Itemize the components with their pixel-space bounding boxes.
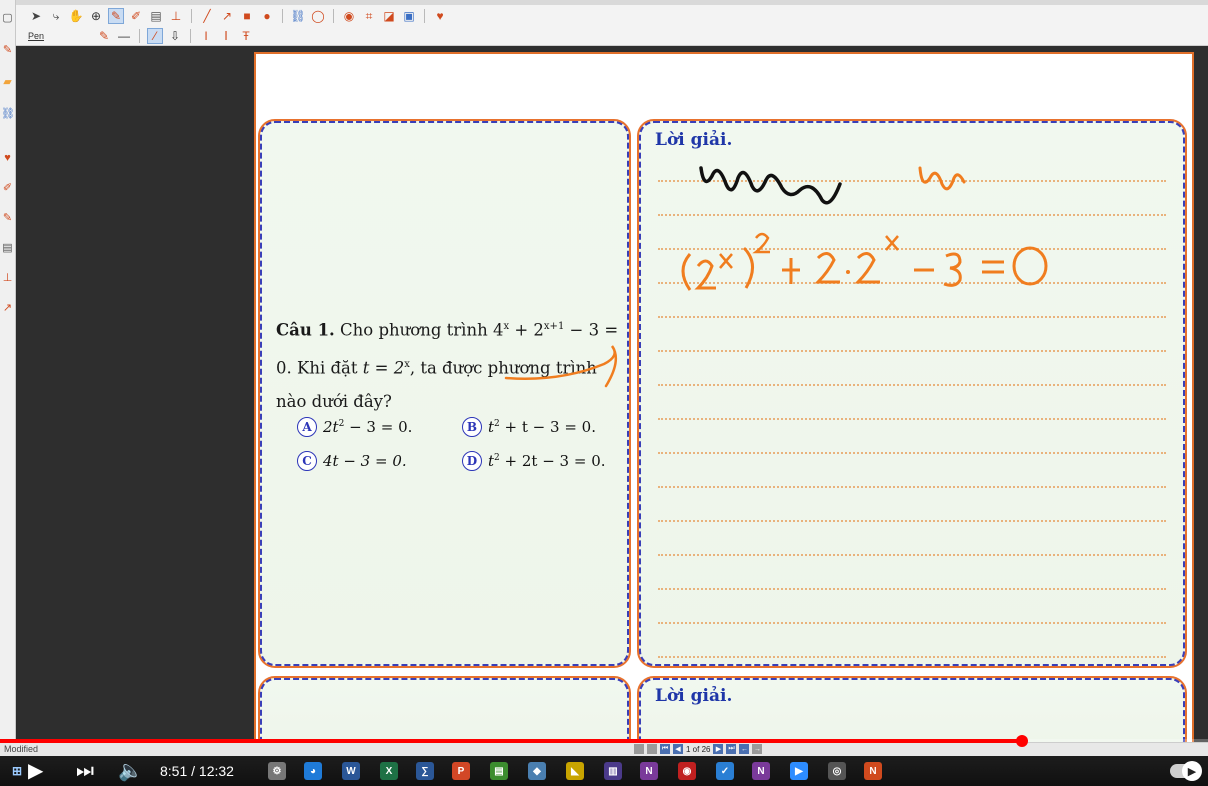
taskbar-app-icon[interactable]: ▥ xyxy=(604,762,622,780)
equation-plus xyxy=(782,258,800,284)
video-time: 8:51 / 12:32 xyxy=(160,763,234,779)
first-page-icon[interactable]: ⏮ xyxy=(660,744,670,754)
taskbar-app-icon[interactable]: ◕ xyxy=(304,762,322,780)
black-scribble xyxy=(699,166,842,205)
equation-digit-2 xyxy=(694,259,716,290)
modified-status: Modified xyxy=(4,744,39,754)
progress-fill xyxy=(0,739,1022,743)
equation-equals xyxy=(982,260,1004,274)
taskbar-zoom-icon[interactable]: ▶ xyxy=(790,762,808,780)
equation-digit-2c xyxy=(854,252,880,284)
equation-open-paren xyxy=(681,253,692,291)
taskbar-app-icon[interactable]: ◆ xyxy=(528,762,546,780)
app-window: ➤ ⤷ ✋ ⊕ ✎ ✐ ▤ ⊥ ╱ ↗ ■ ● ⛓ ◯ ◉ ⌗ ◪ ▣ ♥ Pe… xyxy=(0,0,1208,786)
underline-arrow-stroke xyxy=(504,345,618,388)
equation-dot xyxy=(846,270,850,274)
taskbar-word-icon[interactable]: W xyxy=(342,762,360,780)
equation-x-exp xyxy=(719,253,733,269)
solution-title-2: Lời giải. xyxy=(655,686,733,706)
autoplay-play-icon: ▶ xyxy=(1182,761,1202,781)
equation-digit-3 xyxy=(943,252,962,287)
taskbar-app-icon[interactable]: ◉ xyxy=(678,762,696,780)
taskbar-app-icon[interactable]: ✓ xyxy=(716,762,734,780)
equation-digit-2b xyxy=(814,252,840,284)
page-counter[interactable]: 1 of 26 xyxy=(686,745,710,754)
forward-view-icon[interactable]: → xyxy=(752,744,763,754)
equation-zero xyxy=(1012,246,1048,286)
taskbar-app-icon[interactable]: N xyxy=(752,762,770,780)
taskbar-excel-icon[interactable]: X xyxy=(380,762,398,780)
next-video-icon[interactable]: ⏭ xyxy=(76,756,94,786)
taskbar-math-icon[interactable]: ∑ xyxy=(416,762,434,780)
equation-exp-2 xyxy=(752,232,770,254)
play-icon[interactable]: ▶ xyxy=(28,756,43,786)
view-mode-icon-2[interactable] xyxy=(647,744,657,754)
next-page-icon[interactable]: ▶ xyxy=(713,744,724,754)
windows-start-icon[interactable]: ⊞ xyxy=(8,762,26,780)
equation-close-paren xyxy=(742,246,754,289)
last-page-icon[interactable]: ⏭ xyxy=(726,744,737,754)
orange-scribble xyxy=(918,166,966,191)
taskbar-onenote-icon[interactable]: N xyxy=(640,762,658,780)
video-player-controls: ⊞ ▶ ⏭ 🔈 8:51 / 12:32 ⚙ ◕ W X ∑ P ▤ ◆ ◣ ▥… xyxy=(0,756,1208,786)
ink-annotations xyxy=(504,166,1048,388)
taskbar-powerpoint-icon[interactable]: P xyxy=(452,762,470,780)
taskbar-app-icon[interactable]: ◣ xyxy=(566,762,584,780)
back-view-icon[interactable]: ← xyxy=(739,744,750,754)
taskbar-pdf-editor-icon[interactable]: N xyxy=(864,762,882,780)
autoplay-toggle[interactable]: ▶ xyxy=(1170,761,1202,781)
page-navigation: ⏮ ◀ 1 of 26 ▶ ⏭ ← → xyxy=(634,744,763,754)
equation-x-exp-2 xyxy=(885,235,899,251)
volume-icon[interactable]: 🔈 xyxy=(118,756,143,786)
video-progress-bar[interactable] xyxy=(0,735,1208,747)
taskbar-app-icon[interactable]: ◎ xyxy=(828,762,846,780)
prev-page-icon[interactable]: ◀ xyxy=(673,744,683,754)
view-mode-icon[interactable] xyxy=(634,744,644,754)
progress-scrubber[interactable] xyxy=(1015,735,1028,747)
taskbar-app-icon[interactable]: ⚙ xyxy=(268,762,286,780)
taskbar-app-icon[interactable]: ▤ xyxy=(490,762,508,780)
